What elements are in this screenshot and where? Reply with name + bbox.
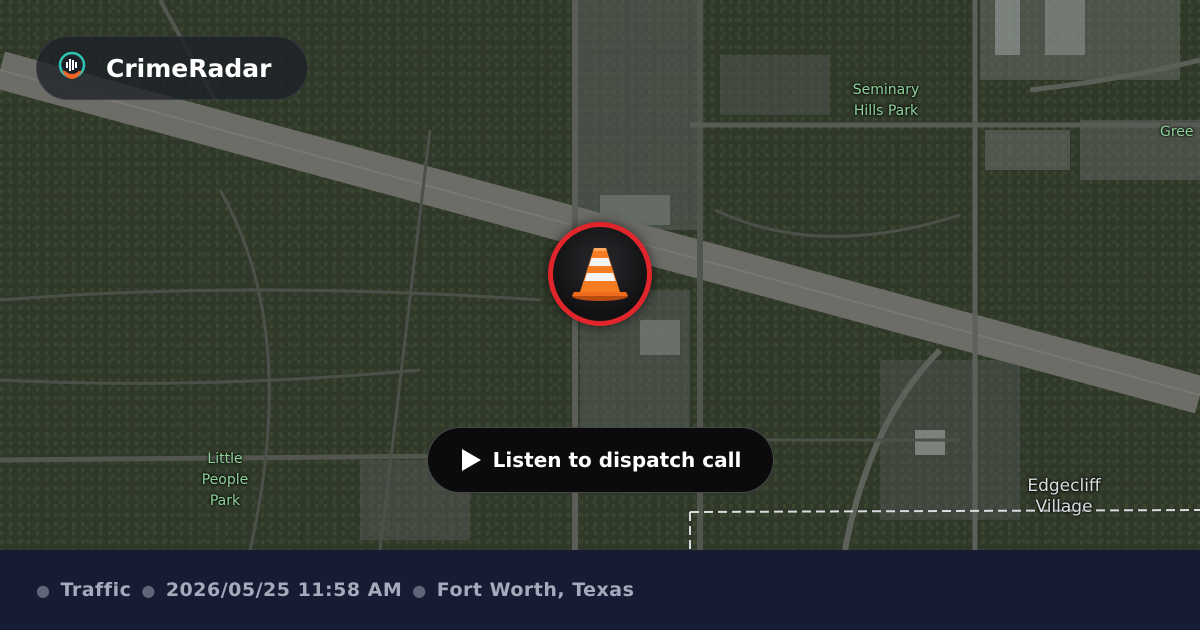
incident-location: Fort Worth, Texas (436, 579, 635, 601)
incident-marker[interactable] (548, 222, 652, 326)
listen-dispatch-label: Listen to dispatch call (492, 448, 742, 472)
incident-info-bar: ● Traffic ● 2026/05/25 11:58 AM ● Fort W… (0, 550, 1200, 630)
traffic-cone-icon (572, 248, 628, 301)
marker-inner (553, 227, 647, 321)
map-label-seminary-hills-park: Seminary Hills Park (852, 82, 920, 119)
incident-category: Traffic (60, 579, 132, 601)
separator-dot: ● (141, 580, 156, 600)
listen-dispatch-button[interactable]: Listen to dispatch call (427, 427, 774, 493)
map-label-green-partial: Gree (1160, 124, 1194, 140)
play-icon (461, 449, 481, 471)
radar-pin-icon (58, 51, 86, 79)
separator-dot: ● (412, 580, 427, 600)
brand-name: CrimeRadar (106, 53, 272, 83)
map-label-edgecliff-village: Edgecliff Village (1027, 476, 1101, 517)
map-label-little-people-park: Little People Park (201, 451, 249, 509)
incident-datetime: 2026/05/25 11:58 AM (165, 579, 403, 601)
separator-dot: ● (36, 580, 51, 600)
brand-header[interactable]: CrimeRadar (36, 36, 308, 100)
